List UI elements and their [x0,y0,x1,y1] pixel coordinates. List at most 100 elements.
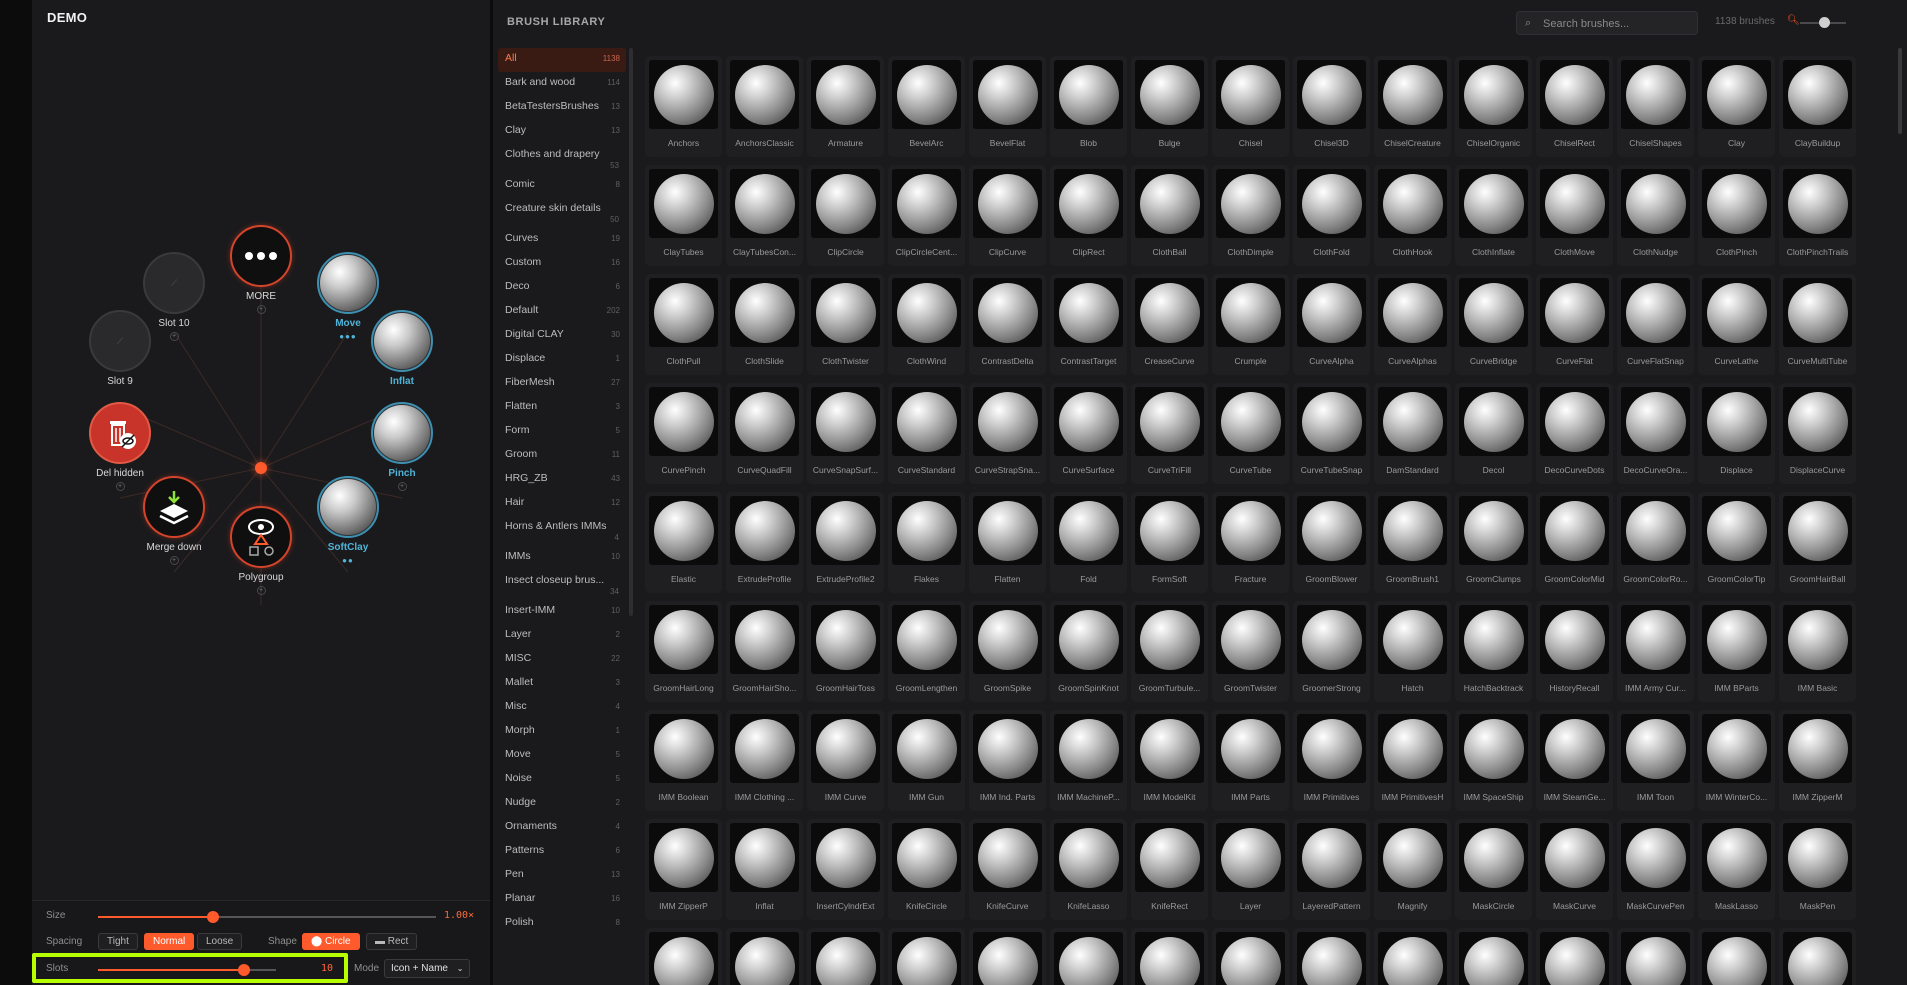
brush-tile[interactable]: MaskCurvePen [1617,819,1694,920]
brush-tile[interactable] [1374,928,1451,985]
brush-tile[interactable]: Magnify [1374,819,1451,920]
brush-tile[interactable]: GroomClumps [1455,492,1532,593]
brush-tile[interactable]: CurveStrapSna... [969,383,1046,484]
brush-tile[interactable] [1212,928,1289,985]
category-item[interactable]: Form 5 [498,420,626,444]
brush-tile[interactable]: Bulge [1131,56,1208,157]
brush-tile[interactable]: Decol [1455,383,1532,484]
brush-tile[interactable]: ChiselShapes [1617,56,1694,157]
brush-tile[interactable]: ClothWind [888,274,965,375]
slot-inflat[interactable]: Inflat [322,310,482,387]
brush-tile[interactable]: CurveSnapSurf... [807,383,884,484]
brush-tile[interactable]: LayeredPattern [1293,819,1370,920]
brush-tile[interactable]: GroomTwister [1212,601,1289,702]
brush-tile[interactable]: HatchBacktrack [1455,601,1532,702]
brush-tile[interactable]: DecoCurveOra... [1617,383,1694,484]
mode-select[interactable]: Icon + Name ⌄ [384,959,471,978]
category-item[interactable]: Horns & Antlers IMMs 4 [498,516,626,546]
brush-tile[interactable]: GroomBlower [1293,492,1370,593]
category-item[interactable]: Planar 16 [498,888,626,912]
brush-tile[interactable]: KnifeCircle [888,819,965,920]
brush-tile[interactable]: IMM Toon [1617,710,1694,811]
brush-tile[interactable]: GroomSpike [969,601,1046,702]
brush-tile[interactable]: IMM Parts [1212,710,1289,811]
brush-tile[interactable]: GroomSpinKnot [1050,601,1127,702]
brush-tile[interactable]: InsertCylndrExt [807,819,884,920]
brush-tile[interactable]: ContrastTarget [1050,274,1127,375]
brush-tile[interactable]: CurveMultiTube [1779,274,1856,375]
category-item[interactable]: Ornaments 4 [498,816,626,840]
brush-tile[interactable]: Layer [1212,819,1289,920]
brush-tile[interactable] [969,928,1046,985]
slot-10[interactable]: ⟋ Slot 10 + [94,252,254,341]
brush-tile[interactable]: Chisel [1212,56,1289,157]
category-item[interactable]: Clothes and drapery 53 [498,144,626,174]
shape-rect-button[interactable]: ▬ Rect [366,933,418,950]
brush-tile[interactable]: BevelFlat [969,56,1046,157]
category-item[interactable]: Clay 13 [498,120,626,144]
brush-tile[interactable]: Fracture [1212,492,1289,593]
brush-tile[interactable]: Displace [1698,383,1775,484]
brush-tile[interactable] [1050,928,1127,985]
brush-tile[interactable]: Hatch [1374,601,1451,702]
brush-tile[interactable]: IMM SpaceShip [1455,710,1532,811]
category-item[interactable]: Deco 6 [498,276,626,300]
brush-tile[interactable]: ClayTubesCon... [726,165,803,266]
brush-tile[interactable] [645,928,722,985]
brush-tile[interactable]: Crumple [1212,274,1289,375]
brush-tile[interactable]: CurveAlphas [1374,274,1451,375]
brush-tile[interactable]: Elastic [645,492,722,593]
shape-circle-button[interactable]: ⬤ Circle [302,933,360,950]
brush-tile[interactable]: CurveBridge [1455,274,1532,375]
brush-tile[interactable]: GroomHairLong [645,601,722,702]
spacing-tight-button[interactable]: Tight [98,933,138,950]
brush-tile[interactable]: Armature [807,56,884,157]
brush-tile[interactable]: ChiselCreature [1374,56,1451,157]
brush-tile[interactable] [1698,928,1775,985]
category-item[interactable]: Polish 8 [498,912,626,936]
brush-tile[interactable]: CreaseCurve [1131,274,1208,375]
brush-tile[interactable]: DecoCurveDots [1536,383,1613,484]
brush-tile[interactable]: IMM Gun [888,710,965,811]
brush-tile[interactable]: DamStandard [1374,383,1451,484]
category-item[interactable]: Layer 2 [498,624,626,648]
add-icon[interactable]: + [169,556,179,565]
brush-tile[interactable]: IMM Curve [807,710,884,811]
category-item[interactable]: Creature skin details 50 [498,198,626,228]
brush-tile[interactable]: KnifeCurve [969,819,1046,920]
brush-tile[interactable]: IMM Clothing ... [726,710,803,811]
brush-tile[interactable]: GroomColorTip [1698,492,1775,593]
category-item[interactable]: Displace 1 [498,348,626,372]
brush-tile[interactable]: HistoryRecall [1536,601,1613,702]
brush-tile[interactable]: CurveTubeSnap [1293,383,1370,484]
brush-tile[interactable] [1617,928,1694,985]
brush-tile[interactable]: KnifeRect [1131,819,1208,920]
brush-tile[interactable] [1293,928,1370,985]
brush-tile[interactable]: KnifeLasso [1050,819,1127,920]
brush-tile[interactable]: ClothHook [1374,165,1451,266]
brush-tile[interactable]: CurveStandard [888,383,965,484]
brush-tile[interactable]: CurveFlat [1536,274,1613,375]
brush-tile[interactable]: MaskPen [1779,819,1856,920]
brush-tile[interactable]: CurvePinch [645,383,722,484]
brush-tile[interactable]: ClothSlide [726,274,803,375]
brush-tile[interactable]: ClipCurve [969,165,1046,266]
brush-tile[interactable]: CurveQuadFill [726,383,803,484]
add-icon[interactable]: + [256,305,266,314]
add-icon[interactable]: + [115,482,125,491]
brush-tile[interactable]: ExtrudeProfile2 [807,492,884,593]
brush-tile[interactable]: Flatten [969,492,1046,593]
brush-tile[interactable]: ClothPinch [1698,165,1775,266]
brush-tile[interactable]: IMM Boolean [645,710,722,811]
brush-tile[interactable]: CurveTube [1212,383,1289,484]
category-item[interactable]: MISC 22 [498,648,626,672]
category-item[interactable]: Morph 1 [498,720,626,744]
brush-tile[interactable]: IMM Army Cur... [1617,601,1694,702]
brush-tile[interactable]: Clay [1698,56,1775,157]
brush-tile[interactable]: Flakes [888,492,965,593]
category-scrollbar[interactable] [629,48,633,616]
search-input[interactable]: ⌕ Search brushes... [1516,11,1698,35]
category-item[interactable]: Noise 5 [498,768,626,792]
brush-tile[interactable]: ClayBuildup [1779,56,1856,157]
brush-tile[interactable]: Chisel3D [1293,56,1370,157]
